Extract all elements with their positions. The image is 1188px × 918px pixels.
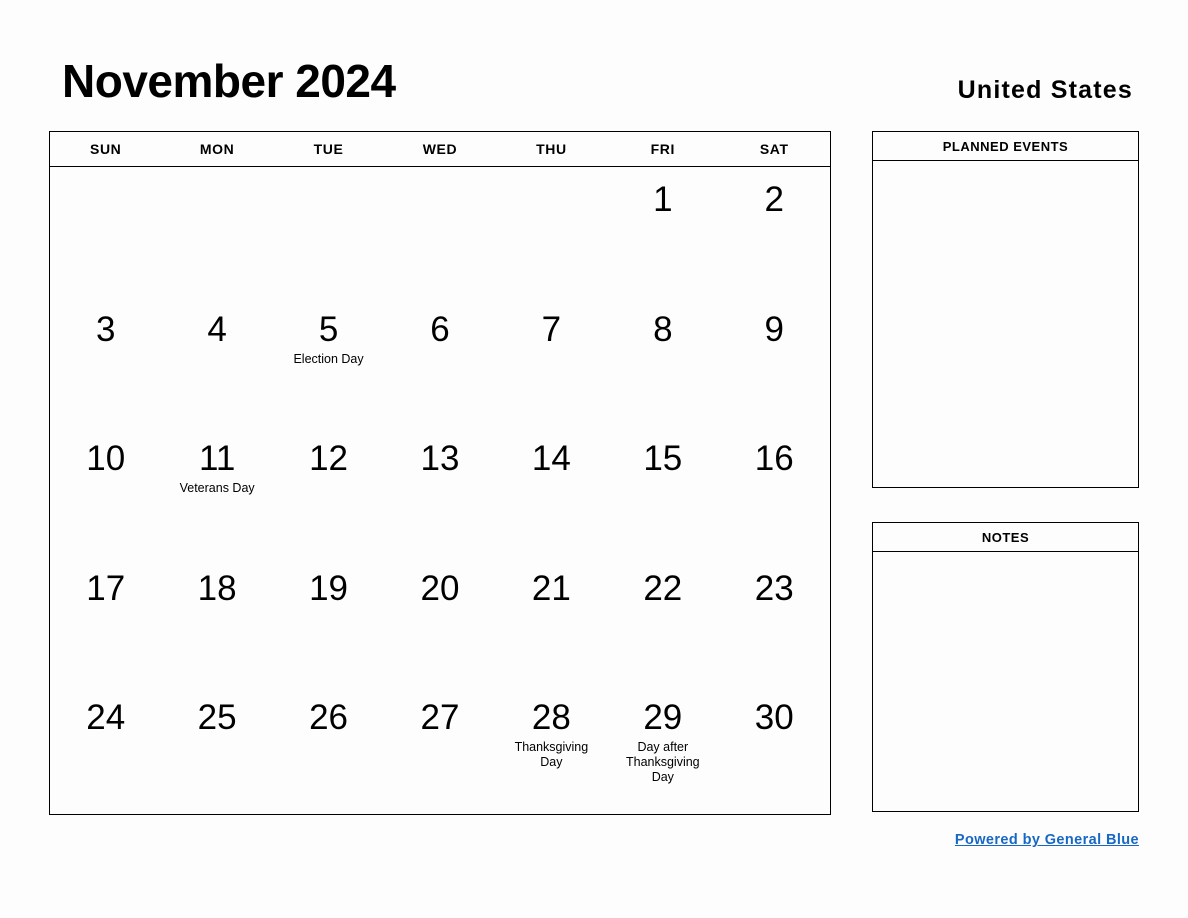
day-event: Thanksgiving Day: [514, 740, 589, 770]
day-number: 25: [197, 698, 237, 738]
day-cell[interactable]: [384, 167, 495, 297]
day-number: 23: [754, 568, 794, 608]
day-number: 22: [643, 568, 683, 608]
day-number: 2: [764, 180, 784, 219]
day-cell[interactable]: 28 Thanksgiving Day: [496, 685, 607, 815]
day-number: 6: [430, 309, 450, 349]
day-cell[interactable]: 29 Day after Thanksgiving Day: [607, 685, 718, 815]
calendar-grid: SUN MON TUE WED THU FRI SAT 1 2 3 4 5 El…: [49, 131, 831, 815]
notes-panel: NOTES: [872, 522, 1139, 812]
day-cell[interactable]: 11 Veterans Day: [161, 426, 272, 556]
day-cell[interactable]: 26: [273, 685, 384, 815]
planned-events-title: PLANNED EVENTS: [872, 131, 1139, 161]
weekday-header-sat: SAT: [759, 141, 789, 157]
day-cell[interactable]: 20: [384, 556, 495, 686]
day-number: 14: [531, 439, 571, 479]
day-number: 8: [653, 309, 673, 349]
page-title: November 2024: [62, 55, 396, 107]
day-number: 16: [754, 439, 794, 479]
day-event: Day after Thanksgiving Day: [625, 740, 700, 785]
day-number: 13: [420, 439, 460, 479]
weekday-header-thu: THU: [536, 141, 567, 157]
country-label: United States: [957, 76, 1133, 104]
weekday-header-row: SUN MON TUE WED THU FRI SAT: [50, 132, 830, 167]
side-column: PLANNED EVENTS NOTES: [872, 131, 1139, 812]
day-number: 28: [531, 698, 571, 738]
day-cell[interactable]: 24: [50, 685, 161, 815]
day-number: 24: [86, 698, 126, 738]
calendar-weeks: 1 2 3 4 5 Election Day 6 7 8 9 10 11 Vet…: [50, 167, 830, 815]
notes-body[interactable]: [872, 552, 1139, 812]
day-cell[interactable]: 25: [161, 685, 272, 815]
weekday-header-sun: SUN: [90, 141, 122, 157]
day-number: 11: [198, 439, 236, 479]
weekday-header-fri: FRI: [650, 141, 675, 157]
day-number: 21: [531, 568, 571, 608]
day-number: 29: [643, 698, 683, 738]
day-number: 4: [207, 309, 227, 349]
day-number: 12: [309, 439, 349, 479]
day-cell[interactable]: 1: [607, 167, 718, 297]
day-cell[interactable]: [161, 167, 272, 297]
day-cell[interactable]: 9: [719, 297, 830, 427]
planned-events-panel: PLANNED EVENTS: [872, 131, 1139, 488]
day-number: 18: [197, 568, 237, 608]
day-cell[interactable]: 12: [273, 426, 384, 556]
day-number: 30: [754, 698, 794, 738]
day-cell[interactable]: 19: [273, 556, 384, 686]
day-cell[interactable]: 6: [384, 297, 495, 427]
day-cell[interactable]: 22: [607, 556, 718, 686]
day-number: 17: [86, 568, 126, 608]
day-number: 9: [764, 309, 784, 349]
weekday-header-mon: MON: [199, 141, 235, 157]
week-row: 10 11 Veterans Day 12 13 14 15 16: [50, 426, 830, 556]
day-number: 10: [86, 439, 126, 479]
day-cell[interactable]: 18: [161, 556, 272, 686]
day-cell[interactable]: 7: [496, 297, 607, 427]
day-cell[interactable]: [273, 167, 384, 297]
weekday-header-tue: TUE: [313, 141, 344, 157]
planned-events-body[interactable]: [872, 161, 1139, 488]
day-cell[interactable]: 8: [607, 297, 718, 427]
day-cell[interactable]: 23: [719, 556, 830, 686]
day-cell[interactable]: 5 Election Day: [273, 297, 384, 427]
notes-title: NOTES: [872, 522, 1139, 552]
day-cell[interactable]: 2: [719, 167, 830, 297]
day-cell[interactable]: 27: [384, 685, 495, 815]
day-number: 20: [420, 568, 460, 608]
day-cell[interactable]: [496, 167, 607, 297]
day-number: 7: [541, 309, 562, 349]
day-number: 1: [653, 180, 673, 219]
day-event: Election Day: [293, 351, 364, 366]
day-cell[interactable]: 13: [384, 426, 495, 556]
week-row: 1 2: [50, 167, 830, 297]
day-number: 26: [309, 698, 349, 738]
day-cell[interactable]: 21: [496, 556, 607, 686]
day-cell[interactable]: 15: [607, 426, 718, 556]
day-cell[interactable]: 30: [719, 685, 830, 815]
page-header: November 2024 United States: [0, 0, 1188, 131]
day-cell[interactable]: 3: [50, 297, 161, 427]
weekday-header-wed: WED: [422, 141, 458, 157]
week-row: 3 4 5 Election Day 6 7 8 9: [50, 297, 830, 427]
day-event: Veterans Day: [179, 481, 255, 496]
week-row: 24 25 26 27 28 Thanksgiving Day 29 Day a…: [50, 685, 830, 815]
day-number: 15: [643, 439, 683, 479]
powered-by-link[interactable]: Powered by General Blue: [872, 832, 1139, 848]
day-number: 27: [420, 698, 460, 738]
day-number: 5: [318, 309, 339, 349]
day-cell[interactable]: 10: [50, 426, 161, 556]
day-cell[interactable]: 17: [50, 556, 161, 686]
week-row: 17 18 19 20 21 22 23: [50, 556, 830, 686]
day-number: 3: [95, 309, 116, 349]
day-cell[interactable]: [50, 167, 161, 297]
day-cell[interactable]: 14: [496, 426, 607, 556]
day-cell[interactable]: 4: [161, 297, 272, 427]
day-cell[interactable]: 16: [719, 426, 830, 556]
day-number: 19: [309, 568, 349, 608]
